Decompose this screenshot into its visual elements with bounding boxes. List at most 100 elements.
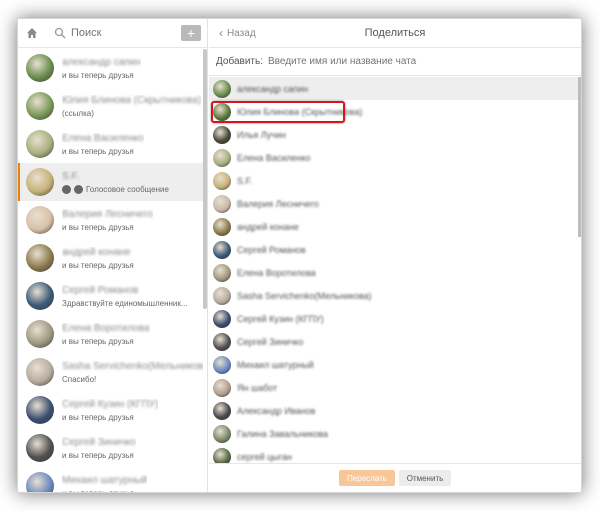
contact-row[interactable]: Елена Василенко [209, 146, 581, 169]
chat-last-message-text: и вы теперь друзья [62, 260, 134, 270]
chat-last-message: и вы теперь друзья [62, 223, 153, 232]
chat-list-item[interactable]: Сергей Романов Здравствуйте единомышленни… [18, 277, 203, 315]
chat-last-message: и вы теперь друзья [62, 413, 158, 422]
chat-list-item[interactable]: Сергей Зиничко и вы теперь друзья [18, 429, 203, 467]
chat-list-item[interactable]: Елена Василенко и вы теперь друзья [18, 125, 203, 163]
contact-row[interactable]: сергей цыган [209, 445, 581, 463]
avatar [213, 125, 231, 144]
microphone-icon [74, 184, 83, 194]
chat-text: S.F. Голосовое сообщение [62, 171, 169, 194]
chat-last-message: и вы теперь друзья [62, 261, 134, 270]
contact-row[interactable]: Сергей Зиничко [209, 330, 581, 353]
chat-list-item[interactable]: Юлия Блинова (Скрытникова) (ссылка) [18, 87, 203, 125]
avatar [26, 358, 54, 386]
contact-row[interactable]: андрей конане [209, 215, 581, 238]
avatar [213, 148, 231, 167]
chat-list-item[interactable]: Елена Воротилова и вы теперь друзья [18, 315, 203, 353]
avatar [26, 206, 54, 234]
contact-name: S.F. [237, 175, 253, 186]
contact-name: Сергей Романов [237, 244, 306, 255]
contact-row[interactable]: Валерия Лесничего [209, 192, 581, 215]
avatar [213, 171, 231, 190]
avatar [26, 396, 54, 424]
avatar [26, 320, 54, 348]
avatar [213, 401, 231, 420]
search-icon [54, 27, 66, 39]
chat-last-message-text: и вы теперь друзья [62, 146, 134, 156]
contact-name: Александр Иванов [237, 405, 316, 416]
search-box[interactable] [54, 27, 181, 39]
chat-list-item[interactable]: Сергей Кузин (КГПУ) и вы теперь друзья [18, 391, 203, 429]
contact-row[interactable]: Ян шабот [209, 376, 581, 399]
contact-list: александр сапин Юлия Блинова (Скрытникова… [209, 77, 581, 463]
contact-row[interactable]: Александр Иванов [209, 399, 581, 422]
contact-row[interactable]: Илья Лучин [209, 123, 581, 146]
chat-text: андрей конане и вы теперь друзья [62, 247, 134, 270]
chat-name: Елена Василенко [62, 132, 144, 144]
contact-name: Елена Василенко [237, 152, 311, 163]
chat-last-message-text: и вы теперь друзья [62, 412, 134, 422]
contact-row[interactable]: Сергей Романов [209, 238, 581, 261]
avatar [213, 378, 231, 397]
action-bar: Переслать Отменить [209, 463, 581, 492]
avatar [26, 282, 54, 310]
left-scrollbar[interactable] [203, 49, 207, 309]
back-button[interactable]: ‹ Назад [219, 26, 256, 40]
contact-row[interactable]: Михаил шатурный [209, 353, 581, 376]
chat-last-message-text: Здравствуйте единомышленник... [62, 298, 188, 308]
recipient-search-input[interactable] [267, 56, 518, 67]
add-recipient-row: Добавить: [209, 48, 581, 76]
contact-row[interactable]: S.F. [209, 169, 581, 192]
chat-list-item[interactable]: S.F. Голосовое сообщение [18, 163, 203, 201]
cancel-button[interactable]: Отменить [399, 470, 451, 486]
add-chat-button[interactable]: + [181, 25, 201, 41]
contact-row[interactable]: Sasha Servichenko(Мельникова) [209, 284, 581, 307]
chat-list-item[interactable]: Sasha Servichenko(Мельникова) Спасибо! [18, 353, 203, 391]
right-scrollbar[interactable] [578, 77, 581, 237]
chat-name: Сергей Романов [62, 284, 139, 296]
chat-name: S.F. [62, 170, 80, 182]
contact-name: андрей конане [237, 221, 299, 232]
avatar [213, 309, 231, 328]
contact-row[interactable]: Сергей Кузин (КГПУ) [209, 307, 581, 330]
avatar [213, 79, 231, 98]
forward-button[interactable]: Переслать [339, 470, 395, 486]
contact-name: Валерия Лесничего [237, 198, 319, 209]
contact-name: Илья Лучин [237, 129, 286, 140]
contact-name: Михаил шатурный [237, 359, 314, 370]
contact-name: Sasha Servichenko(Мельникова) [237, 290, 372, 301]
search-input[interactable] [71, 27, 171, 39]
chat-name: Сергей Зиничко [62, 436, 136, 448]
contact-name: сергей цыган [237, 451, 292, 462]
chat-list-item[interactable]: андрей конане и вы теперь друзья [18, 239, 203, 277]
avatar [26, 472, 54, 492]
chat-last-message-text: (ссылка) [62, 108, 94, 118]
chat-text: Валерия Лесничего и вы теперь друзья [62, 209, 153, 232]
chat-list-item[interactable]: Михаил шатурный и вы теперь друзья [18, 467, 203, 492]
chat-text: Юлия Блинова (Скрытникова) (ссылка) [62, 95, 201, 118]
contact-row[interactable]: александр сапин [209, 77, 581, 100]
left-toolbar: + [18, 19, 207, 48]
add-label: Добавить: [216, 56, 263, 67]
chat-list-panel: + александр сапин и вы теперь друзья Юлия … [18, 19, 208, 492]
avatar [26, 130, 54, 158]
avatar [26, 54, 54, 82]
chat-last-message-text: и вы теперь друзья [62, 489, 134, 493]
share-dialog-window: + александр сапин и вы теперь друзья Юлия … [17, 18, 582, 493]
chat-last-message: Здравствуйте единомышленник... [62, 299, 188, 308]
chat-text: Сергей Романов Здравствуйте единомышленни… [62, 285, 188, 308]
chat-list-item[interactable]: Валерия Лесничего и вы теперь друзья [18, 201, 203, 239]
contact-name: Елена Воротилова [237, 267, 316, 278]
chat-last-message-text: и вы теперь друзья [62, 450, 134, 460]
contact-row[interactable]: Елена Воротилова [209, 261, 581, 284]
chat-list-item[interactable]: александр сапин и вы теперь друзья [18, 49, 203, 87]
chat-text: Сергей Зиничко и вы теперь друзья [62, 437, 136, 460]
contact-row[interactable]: Юлия Блинова (Скрытникова) [209, 100, 581, 123]
avatar [26, 244, 54, 272]
page-title: Поделиться [364, 27, 426, 39]
chat-last-message-text: и вы теперь друзья [62, 70, 134, 80]
contact-row[interactable]: Галина Завальникова [209, 422, 581, 445]
avatar [26, 434, 54, 462]
chat-last-message: Голосовое сообщение [62, 184, 169, 194]
home-icon[interactable] [24, 25, 40, 41]
